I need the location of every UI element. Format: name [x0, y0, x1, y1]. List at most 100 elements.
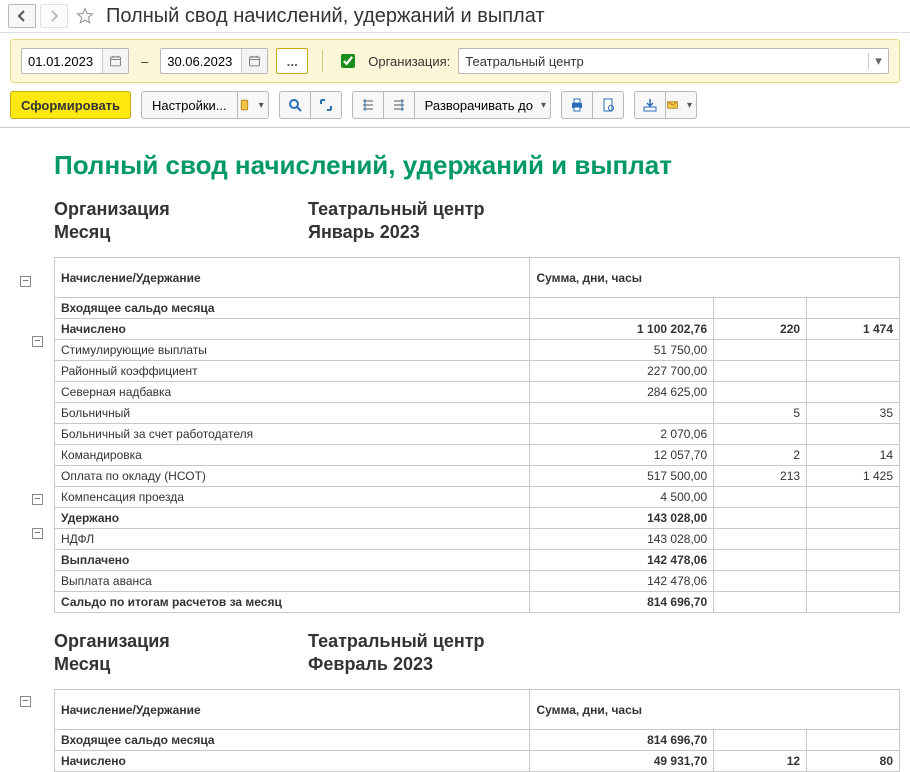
date-from-field[interactable]: [21, 48, 129, 74]
date-from-input[interactable]: [22, 51, 102, 72]
generate-button[interactable]: Сформировать: [10, 91, 131, 119]
row-amount-cell: 142 478,06: [530, 550, 714, 571]
table-row[interactable]: Компенсация проезда4 500,00: [55, 487, 900, 508]
print-preview-button[interactable]: [592, 91, 624, 119]
row-name-cell: Входящее сальдо месяца: [55, 730, 530, 751]
settings-button[interactable]: Настройки...: [141, 91, 238, 119]
row-days-cell: [714, 571, 807, 592]
expand-all-button[interactable]: [310, 91, 342, 119]
arrow-right-icon: [46, 8, 62, 24]
settings-variants-button[interactable]: ▾: [237, 91, 269, 119]
row-amount-cell: 1 100 202,76: [530, 319, 714, 340]
expand-to-label: Разворачивать до: [425, 98, 533, 113]
row-days-cell: [714, 487, 807, 508]
header-cell: Сумма, дни, часы: [530, 258, 900, 298]
save-icon: [642, 97, 658, 113]
tree-collapse-button[interactable]: [352, 91, 384, 119]
collapse-toggle[interactable]: −: [20, 696, 31, 707]
table-row[interactable]: Больничный535: [55, 403, 900, 424]
org-select[interactable]: Театральный центр ▾: [458, 48, 889, 74]
table-row[interactable]: Выплачено142 478,06: [55, 550, 900, 571]
collapse-toggle[interactable]: −: [32, 528, 43, 539]
table-row[interactable]: Сальдо по итогам расчетов за месяц814 69…: [55, 592, 900, 613]
header-cell: Сумма, дни, часы: [530, 690, 900, 730]
org-checkbox-input[interactable]: [341, 54, 355, 68]
meta-value: Январь 2023: [308, 222, 420, 243]
printer-icon: [569, 97, 585, 113]
table-row[interactable]: Оплата по окладу (НСОТ)517 500,002131 42…: [55, 466, 900, 487]
table-row[interactable]: Стимулирующие выплаты51 750,00: [55, 340, 900, 361]
org-filter-checkbox[interactable]: [337, 51, 358, 71]
row-days-cell: [714, 550, 807, 571]
table-header-row: Начисление/УдержаниеСумма, дни, часы: [55, 258, 900, 298]
org-select-value: Театральный центр: [465, 54, 583, 69]
row-hours-cell: 1 474: [807, 319, 900, 340]
row-amount-cell: 814 696,70: [530, 592, 714, 613]
table-row[interactable]: НДФЛ143 028,00: [55, 529, 900, 550]
tree-expand-icon: [391, 97, 407, 113]
row-hours-cell: 1 425: [807, 466, 900, 487]
row-name-cell: Сальдо по итогам расчетов за месяц: [55, 592, 530, 613]
row-days-cell: 12: [714, 751, 807, 772]
row-name-cell: НДФЛ: [55, 529, 530, 550]
table-row[interactable]: Северная надбавка284 625,00: [55, 382, 900, 403]
row-name-cell: Выплачено: [55, 550, 530, 571]
envelope-icon: [666, 97, 679, 113]
date-range-select-button[interactable]: ...: [276, 48, 308, 74]
caret-down-icon: ▾: [259, 100, 264, 111]
row-name-cell: Стимулирующие выплаты: [55, 340, 530, 361]
row-hours-cell: [807, 730, 900, 751]
row-amount-cell: 227 700,00: [530, 361, 714, 382]
row-hours-cell: [807, 592, 900, 613]
meta-label: Месяц: [54, 654, 308, 675]
save-button[interactable]: [634, 91, 666, 119]
table-row[interactable]: Больничный за счет работодателя2 070,06: [55, 424, 900, 445]
tree-expand-button[interactable]: [383, 91, 415, 119]
collapse-toggle[interactable]: −: [20, 276, 31, 287]
row-days-cell: [714, 298, 807, 319]
row-days-cell: [714, 529, 807, 550]
row-hours-cell: [807, 508, 900, 529]
row-name-cell: Командировка: [55, 445, 530, 466]
date-to-input[interactable]: [161, 51, 241, 72]
row-hours-cell: [807, 424, 900, 445]
table-row[interactable]: Районный коэффициент227 700,00: [55, 361, 900, 382]
org-filter-label: Организация:: [368, 54, 450, 69]
collapse-toggle[interactable]: −: [32, 494, 43, 505]
row-amount-cell: [530, 298, 714, 319]
meta-row: ОрганизацияТеатральный центр: [54, 199, 900, 220]
row-name-cell: Северная надбавка: [55, 382, 530, 403]
table-row[interactable]: Удержано143 028,00: [55, 508, 900, 529]
print-button[interactable]: [561, 91, 593, 119]
favorite-star-icon[interactable]: [76, 7, 94, 25]
row-amount-cell: 814 696,70: [530, 730, 714, 751]
arrow-left-icon: [14, 8, 30, 24]
row-days-cell: [714, 508, 807, 529]
date-from-calendar-button[interactable]: [102, 49, 128, 73]
expand-to-button[interactable]: Разворачивать до ▾: [414, 91, 551, 119]
table-row[interactable]: Входящее сальдо месяца: [55, 298, 900, 319]
table-row[interactable]: Выплата аванса142 478,06: [55, 571, 900, 592]
table-row[interactable]: Начислено1 100 202,762201 474: [55, 319, 900, 340]
caret-down-icon: ▾: [541, 100, 546, 111]
date-to-field[interactable]: [160, 48, 268, 74]
table-row[interactable]: Входящее сальдо месяца814 696,70: [55, 730, 900, 751]
date-to-calendar-button[interactable]: [241, 49, 267, 73]
row-name-cell: Районный коэффициент: [55, 361, 530, 382]
page-title: Полный свод начислений, удержаний и выпл…: [106, 5, 545, 28]
table-row[interactable]: Начислено49 931,701280: [55, 751, 900, 772]
table-row[interactable]: Командировка12 057,70214: [55, 445, 900, 466]
clipboard-icon: [238, 97, 251, 113]
nav-back-button[interactable]: [8, 4, 36, 28]
send-email-button[interactable]: ▾: [665, 91, 697, 119]
collapse-toggle[interactable]: −: [32, 336, 43, 347]
row-hours-cell: [807, 361, 900, 382]
row-days-cell: [714, 382, 807, 403]
meta-label: Организация: [54, 199, 308, 220]
header-cell: Начисление/Удержание: [55, 258, 530, 298]
row-amount-cell: 49 931,70: [530, 751, 714, 772]
row-name-cell: Начислено: [55, 319, 530, 340]
search-button[interactable]: [279, 91, 311, 119]
chevron-down-icon: ▾: [868, 53, 882, 69]
row-name-cell: Удержано: [55, 508, 530, 529]
